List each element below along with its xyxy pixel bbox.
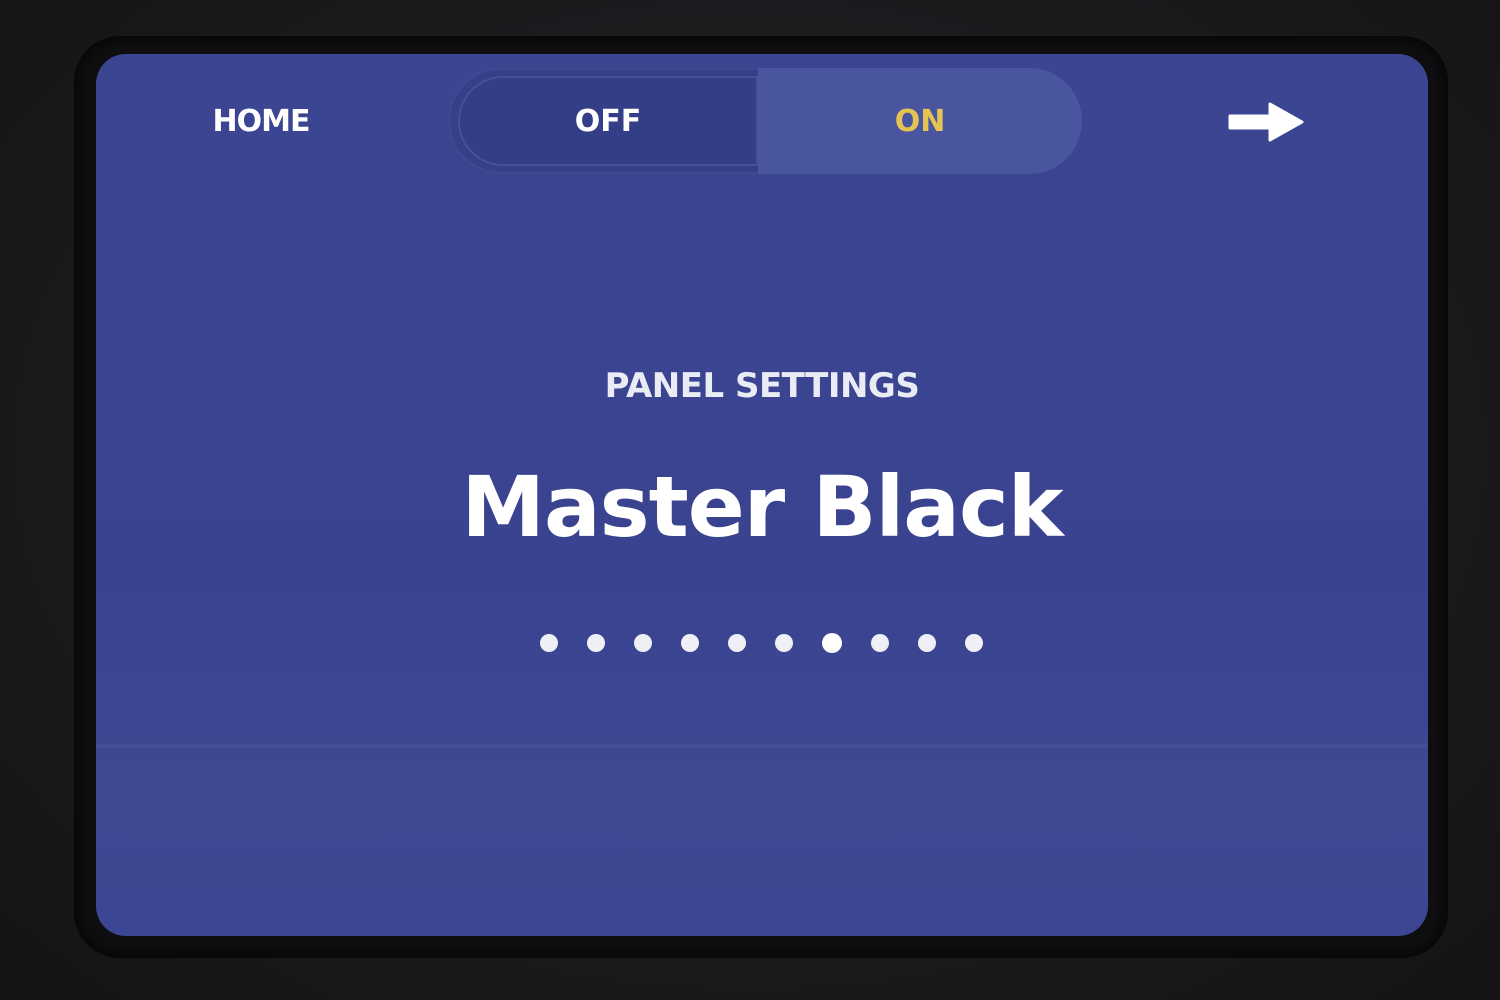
page-dot [728,634,746,652]
page-indicator [540,633,983,654]
page-dot-active [822,633,842,653]
touch-screen: HOME OFF ON PANEL SETTINGS Master Black [96,54,1428,936]
section-label: PANEL SETTINGS [604,366,920,406]
on-off-toggle[interactable]: OFF ON [448,68,1082,174]
page-dot [871,634,889,652]
next-arrow-button[interactable] [1226,100,1306,144]
page-dot [965,634,983,652]
toggle-off-option[interactable]: OFF [458,76,758,166]
arrow-right-icon [1228,102,1304,142]
page-dot [918,634,936,652]
toggle-on-option[interactable]: ON [758,68,1082,174]
page-dot [634,634,652,652]
page-dot [587,634,605,652]
home-button[interactable]: HOME [206,104,316,139]
setting-title: Master Black [461,458,1063,556]
page-dot [681,634,699,652]
page-dot [775,634,793,652]
page-dot [540,634,558,652]
